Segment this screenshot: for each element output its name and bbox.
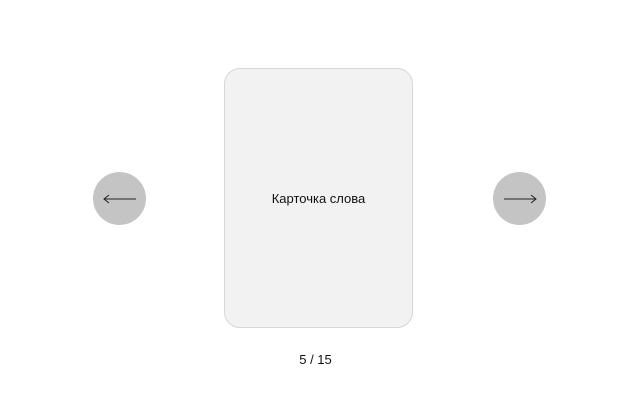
previous-card-button[interactable] [93, 172, 146, 225]
next-card-button[interactable] [493, 172, 546, 225]
word-card[interactable]: Карточка слова [224, 68, 413, 328]
word-card-text: Карточка слова [271, 190, 366, 206]
flashcard-viewer: Карточка слова 5 / 15 [0, 0, 631, 413]
card-counter: 5 / 15 [299, 352, 332, 367]
arrow-left-icon [102, 194, 137, 204]
arrow-right-icon [503, 194, 537, 204]
